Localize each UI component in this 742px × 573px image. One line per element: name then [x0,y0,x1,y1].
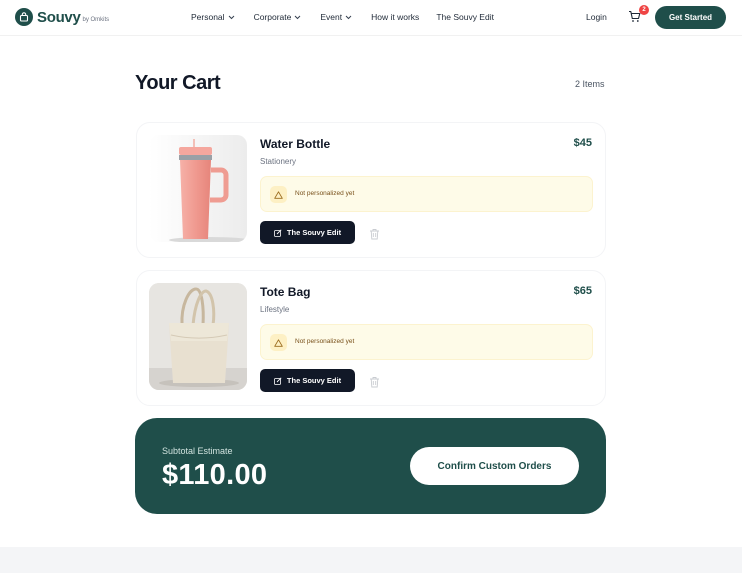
subtotal-label: Subtotal Estimate [162,446,233,456]
product-category: Lifestyle [260,305,290,314]
nav-item-corporate[interactable]: Corporate [254,12,302,22]
edit-icon [274,228,282,237]
brand-name: Souvy [37,8,81,26]
login-link[interactable]: Login [586,12,607,22]
cart-count-badge: 2 [639,5,649,15]
personalization-notice: Not personalized yet [260,176,593,212]
nav-item-how-it-works[interactable]: How it works [371,12,419,22]
chevron-down-icon [228,12,235,22]
top-nav: Souvy by Omkits Personal Corporate Event… [0,0,742,36]
chevron-down-icon [294,12,301,22]
notice-text: Not personalized yet [295,338,355,345]
product-image-water-bottle [149,135,247,242]
nav-item-label: Personal [191,12,225,22]
product-name: Water Bottle [260,137,331,151]
get-started-button[interactable]: Get Started [655,6,726,29]
confirm-orders-button[interactable]: Confirm Custom Orders [410,447,579,485]
chevron-down-icon [345,12,352,22]
souvy-edit-button[interactable]: The Souvy Edit [260,221,355,244]
item-count: 2 Items [575,79,605,89]
subtotal-value: $110.00 [162,459,268,491]
warning-icon [270,186,287,203]
nav-links: Personal Corporate Event How it works Th… [191,12,494,22]
trash-icon[interactable] [369,375,381,388]
brand-sub: by Omkits [82,17,110,23]
brand-logo[interactable]: Souvy by Omkits [15,8,109,26]
product-price: $65 [573,285,592,297]
nav-item-label: Event [320,12,343,22]
cart-item: Water Bottle Stationery $45 Not personal… [136,122,606,258]
footer-strip [0,547,742,573]
souvy-edit-label: The Souvy Edit [286,376,342,385]
nav-item-event[interactable]: Event [320,12,352,22]
nav-item-souvy-edit[interactable]: The Souvy Edit [436,12,494,22]
page-title: Your Cart [135,72,221,94]
nav-item-label: Corporate [253,12,292,22]
souvy-edit-button[interactable]: The Souvy Edit [260,369,355,392]
edit-icon [274,376,282,385]
souvy-edit-label: The Souvy Edit [286,228,342,237]
trash-icon[interactable] [369,227,381,240]
notice-text: Not personalized yet [295,190,355,197]
nav-item-personal[interactable]: Personal [191,12,235,22]
nav-item-label: How it works [371,12,420,22]
nav-item-label: The Souvy Edit [436,12,494,22]
cart-item: Tote Bag Lifestyle $65 Not personalized … [136,270,606,406]
warning-icon [270,334,287,351]
personalization-notice: Not personalized yet [260,324,593,360]
subtotal-panel: Subtotal Estimate $110.00 Confirm Custom… [135,418,606,514]
bag-icon [15,8,33,26]
product-image-tote-bag [149,283,247,390]
product-name: Tote Bag [260,285,311,299]
product-category: Stationery [260,157,297,166]
product-price: $45 [573,137,592,149]
